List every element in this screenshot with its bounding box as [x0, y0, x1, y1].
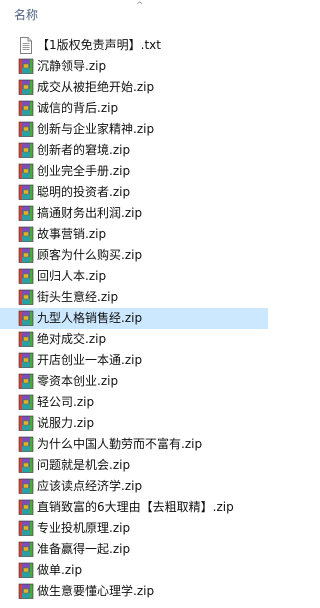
- winrar-archive-icon: [18, 100, 34, 117]
- file-name: 搞通财务出利润.zip: [37, 206, 143, 220]
- file-row[interactable]: 说服力.zip: [0, 413, 268, 434]
- file-row[interactable]: 零资本创业.zip: [0, 371, 268, 392]
- file-row[interactable]: 问题就是机会.zip: [0, 455, 268, 476]
- file-row[interactable]: 做单.zip: [0, 560, 268, 581]
- winrar-archive-icon: [18, 436, 34, 453]
- winrar-archive-icon: [18, 184, 34, 201]
- file-name: 成交从被拒绝开始.zip: [37, 80, 155, 94]
- winrar-archive-icon: [18, 583, 34, 600]
- file-name: 准备赢得一起.zip: [37, 542, 131, 556]
- winrar-archive-icon: [18, 289, 34, 306]
- file-name: 创业完全手册.zip: [37, 164, 131, 178]
- file-row[interactable]: 顾客为什么购买.zip: [0, 245, 268, 266]
- file-name: 问题就是机会.zip: [37, 458, 131, 472]
- winrar-archive-icon: [18, 163, 34, 180]
- winrar-archive-icon: [18, 247, 34, 264]
- file-row[interactable]: 九型人格销售经.zip: [0, 308, 268, 329]
- file-name: 说服力.zip: [37, 416, 95, 430]
- file-row[interactable]: 街头生意经.zip: [0, 287, 268, 308]
- file-row[interactable]: 成交从被拒绝开始.zip: [0, 77, 268, 98]
- sort-ascending-icon: ^: [136, 1, 144, 11]
- file-row[interactable]: 应该读点经济学.zip: [0, 476, 268, 497]
- file-row[interactable]: 轻公司.zip: [0, 392, 268, 413]
- file-name: 【1版权免责声明】.txt: [37, 38, 161, 52]
- file-row[interactable]: 诚信的背后.zip: [0, 98, 268, 119]
- file-name: 聪明的投资者.zip: [37, 185, 131, 199]
- file-name: 创新者的窘境.zip: [37, 143, 131, 157]
- file-row[interactable]: 沉静领导.zip: [0, 56, 268, 77]
- column-header[interactable]: 名称 ^: [0, 0, 268, 26]
- file-row[interactable]: 做生意要懂心理学.zip: [0, 581, 268, 602]
- file-row[interactable]: 聪明的投资者.zip: [0, 182, 268, 203]
- file-name: 回归人本.zip: [37, 269, 107, 283]
- file-name: 绝对成交.zip: [37, 332, 107, 346]
- file-row[interactable]: 绝对成交.zip: [0, 329, 268, 350]
- winrar-archive-icon: [18, 457, 34, 474]
- file-row[interactable]: 故事营销.zip: [0, 224, 268, 245]
- file-row[interactable]: 准备赢得一起.zip: [0, 539, 268, 560]
- winrar-archive-icon: [18, 541, 34, 558]
- winrar-archive-icon: [18, 478, 34, 495]
- file-name: 故事营销.zip: [37, 227, 107, 241]
- file-name: 顾客为什么购买.zip: [37, 248, 143, 262]
- file-row[interactable]: 专业投机原理.zip: [0, 518, 268, 539]
- file-name: 做单.zip: [37, 563, 83, 577]
- file-name: 零资本创业.zip: [37, 374, 119, 388]
- winrar-archive-icon: [18, 520, 34, 537]
- winrar-archive-icon: [18, 499, 34, 516]
- file-name: 街头生意经.zip: [37, 290, 119, 304]
- file-name: 轻公司.zip: [37, 395, 95, 409]
- column-header-name[interactable]: 名称: [14, 6, 38, 23]
- file-name: 直销致富的6大理由【去粗取精】.zip: [37, 500, 234, 514]
- file-name: 沉静领导.zip: [37, 59, 107, 73]
- winrar-archive-icon: [18, 415, 34, 432]
- winrar-archive-icon: [18, 562, 34, 579]
- winrar-archive-icon: [18, 331, 34, 348]
- file-row[interactable]: 【1版权免责声明】.txt: [0, 35, 268, 56]
- winrar-archive-icon: [18, 394, 34, 411]
- file-name: 做生意要懂心理学.zip: [37, 584, 155, 598]
- file-name: 专业投机原理.zip: [37, 521, 131, 535]
- file-name: 开店创业一本通.zip: [37, 353, 143, 367]
- file-row[interactable]: 创业完全手册.zip: [0, 161, 268, 182]
- winrar-archive-icon: [18, 352, 34, 369]
- winrar-archive-icon: [18, 373, 34, 390]
- text-document-icon: [18, 37, 34, 54]
- file-name: 创新与企业家精神.zip: [37, 122, 155, 136]
- file-row[interactable]: 为什么中国人勤劳而不富有.zip: [0, 434, 268, 455]
- file-name: 诚信的背后.zip: [37, 101, 119, 115]
- winrar-archive-icon: [18, 310, 34, 327]
- winrar-archive-icon: [18, 226, 34, 243]
- winrar-archive-icon: [18, 142, 34, 159]
- winrar-archive-icon: [18, 268, 34, 285]
- winrar-archive-icon: [18, 205, 34, 222]
- winrar-archive-icon: [18, 58, 34, 75]
- file-row[interactable]: 开店创业一本通.zip: [0, 350, 268, 371]
- file-list: 【1版权免责声明】.txt 沉静领导.zip 成交从被拒绝开始.zip 诚信的背…: [0, 35, 268, 602]
- file-name: 为什么中国人勤劳而不富有.zip: [37, 437, 203, 451]
- file-row[interactable]: 创新与企业家精神.zip: [0, 119, 268, 140]
- winrar-archive-icon: [18, 79, 34, 96]
- file-name: 应该读点经济学.zip: [37, 479, 143, 493]
- file-row[interactable]: 创新者的窘境.zip: [0, 140, 268, 161]
- winrar-archive-icon: [18, 121, 34, 138]
- file-row[interactable]: 直销致富的6大理由【去粗取精】.zip: [0, 497, 268, 518]
- file-name: 九型人格销售经.zip: [37, 311, 143, 325]
- file-row[interactable]: 搞通财务出利润.zip: [0, 203, 268, 224]
- file-row[interactable]: 回归人本.zip: [0, 266, 268, 287]
